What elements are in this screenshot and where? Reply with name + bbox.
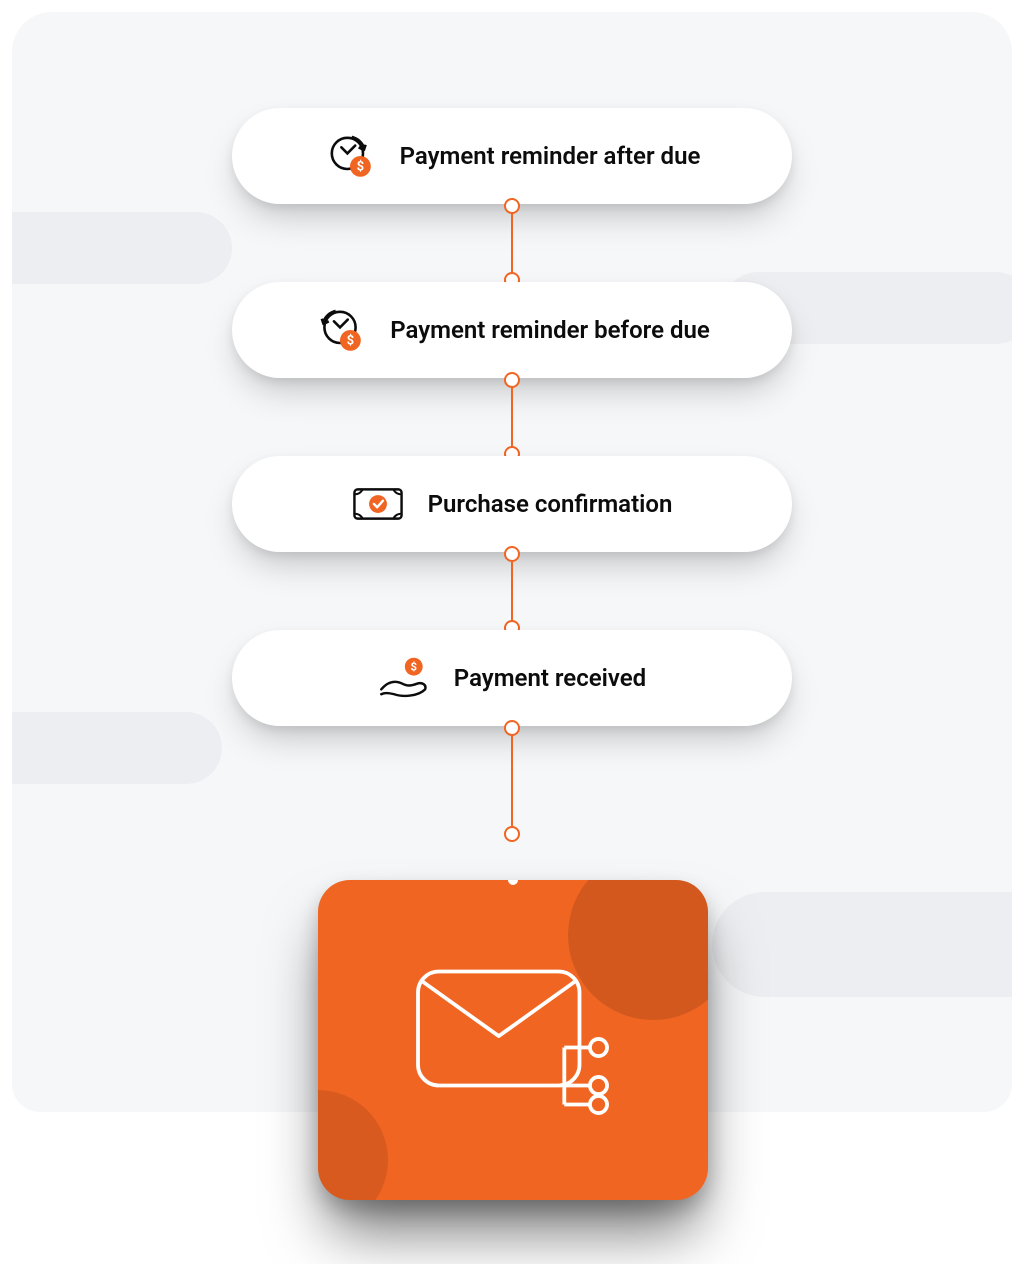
mail-automation-icon [388,943,638,1137]
flow-step: $ Payment reminder after due [232,108,792,204]
hand-dollar-icon: $ [378,652,430,704]
flow-step-label: Purchase confirmation [428,490,673,518]
money-check-icon [352,478,404,530]
clock-dollar-forward-icon: $ [324,130,376,182]
decorative-blob [12,712,222,784]
flow-step: $ Payment received [232,630,792,726]
svg-text:$: $ [347,334,354,349]
flow-step: Purchase confirmation [232,456,792,552]
flow-step-label: Payment received [454,664,646,692]
flow-connector [511,726,513,836]
decorative-blob [712,892,1012,997]
decorative-blob [12,212,232,284]
flow-column: $ Payment reminder after due $ Payment r… [212,108,812,836]
connector-node [504,880,522,889]
flow-connector [511,552,513,630]
clock-dollar-back-icon: $ [314,304,366,356]
decorative-circle [318,1090,388,1200]
flow-connector [511,204,513,282]
flow-step: $ Payment reminder before due [232,282,792,378]
flow-step-label: Payment reminder before due [390,316,710,344]
svg-text:$: $ [356,160,363,175]
flow-terminal [318,880,708,1200]
flow-step-label: Payment reminder after due [400,142,701,170]
svg-text:$: $ [410,660,417,674]
flow-connector [511,378,513,456]
